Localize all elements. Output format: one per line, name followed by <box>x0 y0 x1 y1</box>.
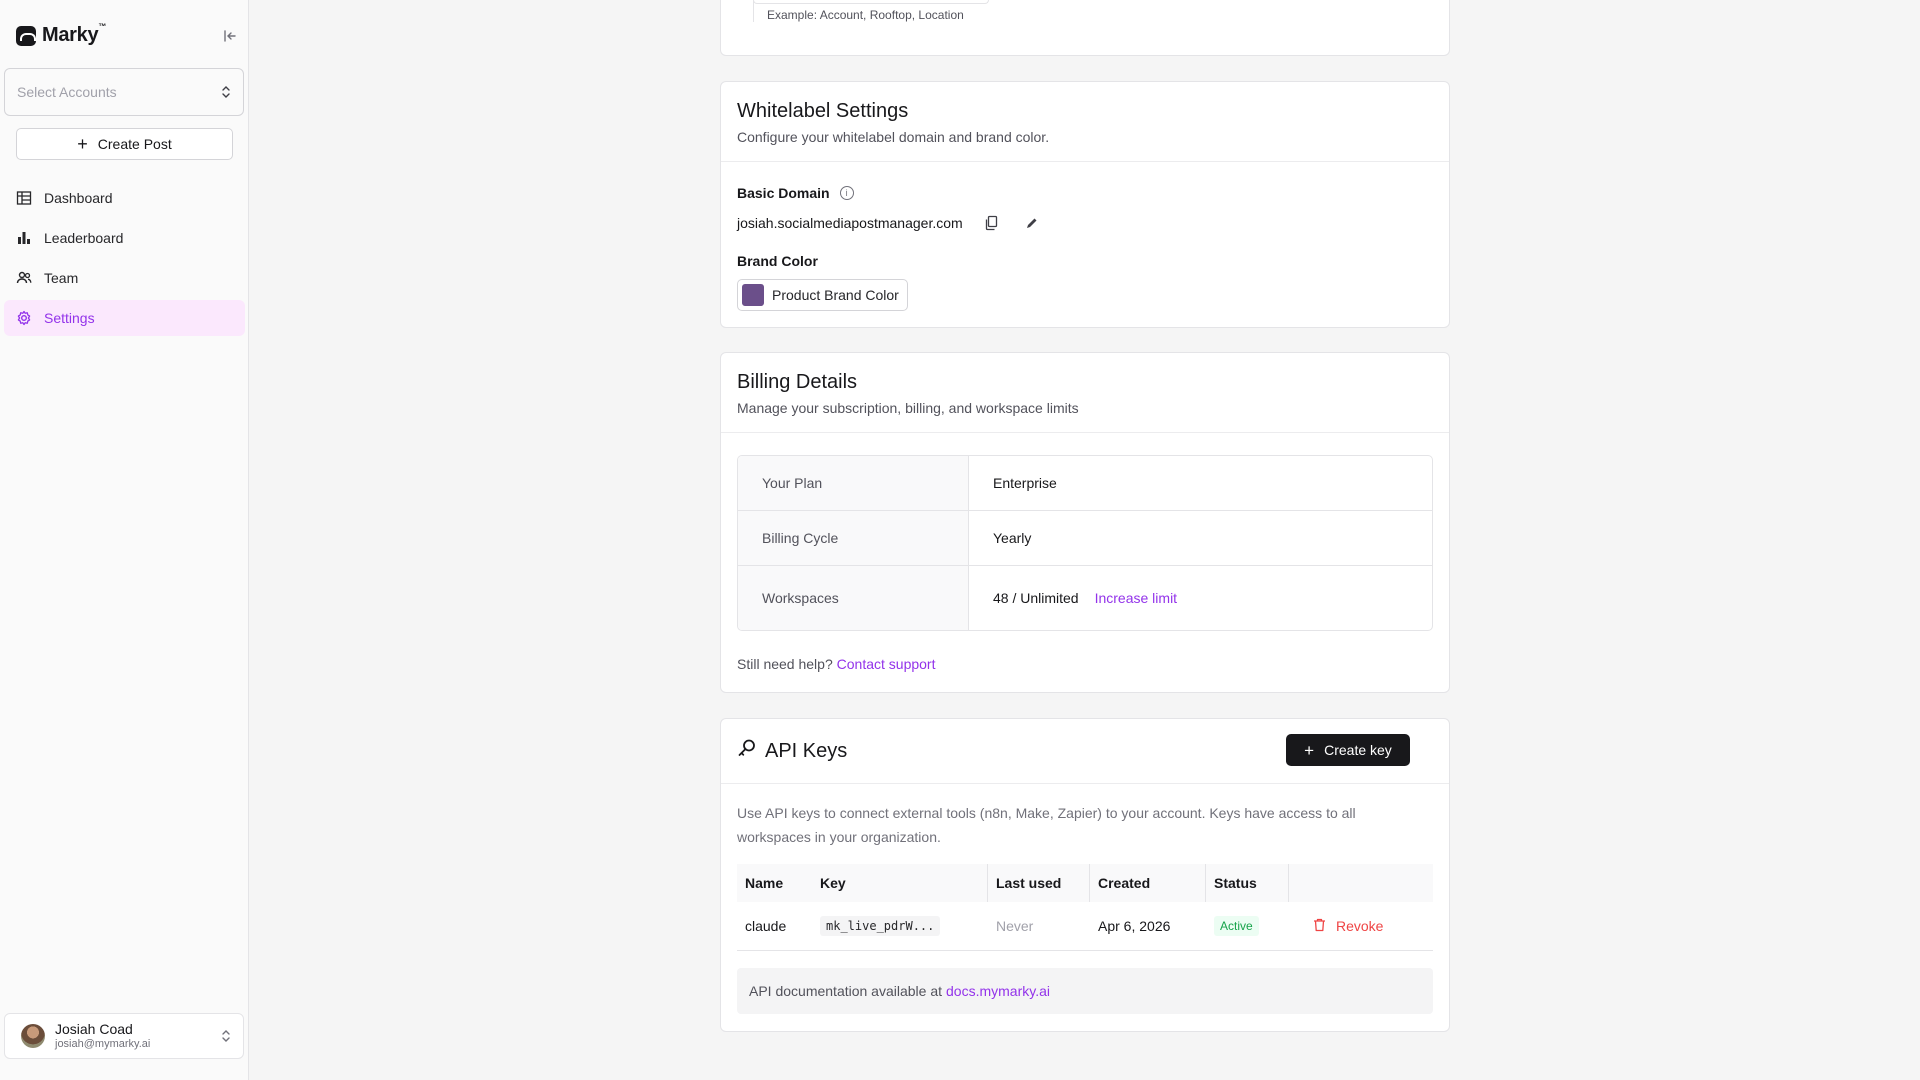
plus-icon: + <box>77 134 88 154</box>
increase-limit-link[interactable]: Increase limit <box>1095 590 1177 606</box>
billing-value-cell: 48 / Unlimited Increase limit <box>969 566 1432 630</box>
api-keys-description: Use API keys to connect external tools (… <box>737 805 1356 845</box>
api-docs-note: API documentation available at docs.myma… <box>737 968 1433 1014</box>
sidebar-item-label: Dashboard <box>44 190 113 206</box>
key-last-used: Never <box>996 918 1034 934</box>
api-docs-link[interactable]: docs.mymarky.ai <box>946 983 1050 999</box>
brand-color-swatch <box>742 284 764 306</box>
key-value: mk_live_pdrW... <box>820 916 941 936</box>
trash-icon <box>1313 918 1326 935</box>
billing-details-card: Billing Details Manage your subscription… <box>720 352 1450 693</box>
sidebar-item-leaderboard[interactable]: Leaderboard <box>4 220 245 256</box>
api-keys-title: API Keys <box>737 738 847 764</box>
billing-title: Billing Details <box>737 371 858 393</box>
api-keys-table: Name Key Last used Created Status claude… <box>737 864 1433 951</box>
sidebar-item-label: Leaderboard <box>44 230 124 246</box>
bar-chart-icon <box>16 230 32 246</box>
table-header: Name Key Last used Created Status <box>737 864 1433 902</box>
brand-color-button-label: Product Brand Color <box>772 287 899 303</box>
help-text: Still need help? <box>737 656 833 672</box>
create-key-button[interactable]: + Create key <box>1286 734 1410 766</box>
billing-row-cycle: Billing Cycle Yearly <box>738 511 1432 566</box>
contact-support-link[interactable]: Contact support <box>837 656 936 672</box>
marky-logo[interactable]: Marky™ <box>16 22 107 47</box>
key-icon <box>737 738 757 764</box>
gear-icon <box>16 310 32 326</box>
brand-color-label: Brand Color <box>737 253 818 269</box>
domain-value: josiah.socialmediapostmanager.com <box>737 215 963 231</box>
column-header-created: Created <box>1090 864 1206 902</box>
create-key-label: Create key <box>1324 742 1392 758</box>
label-example-hint: Example: Account, Rooftop, Location <box>767 8 964 22</box>
account-select-placeholder: Select Accounts <box>17 84 117 100</box>
user-name: Josiah Coad <box>55 1021 133 1037</box>
revoke-button[interactable]: Revoke <box>1313 918 1383 935</box>
billing-key: Workspaces <box>738 566 969 630</box>
billing-value: Yearly <box>993 530 1032 546</box>
billing-value: Enterprise <box>993 475 1057 491</box>
collapse-sidebar-icon[interactable] <box>220 26 240 46</box>
sidebar-nav: Dashboard Leaderboard Team Settings <box>4 180 245 340</box>
marky-logo-icon <box>16 25 36 46</box>
column-header-status: Status <box>1206 864 1289 902</box>
sidebar-item-label: Settings <box>44 310 95 326</box>
whitelabel-title: Whitelabel Settings <box>737 100 909 122</box>
domain-row: josiah.socialmediapostmanager.com <box>737 214 1043 232</box>
whitelabel-settings-card: Whitelabel Settings Configure your white… <box>720 81 1450 328</box>
brand-color-button[interactable]: Product Brand Color <box>737 279 908 311</box>
chevron-up-down-icon <box>221 85 231 99</box>
users-icon <box>16 270 32 286</box>
revoke-label: Revoke <box>1336 918 1384 934</box>
grid-icon <box>16 190 32 206</box>
info-icon[interactable]: i <box>839 186 854 200</box>
key-created: Apr 6, 2026 <box>1098 918 1171 934</box>
edit-pencil-icon[interactable] <box>1021 214 1043 232</box>
sidebar-item-dashboard[interactable]: Dashboard <box>4 180 245 216</box>
sidebar-item-settings[interactable]: Settings <box>4 300 245 336</box>
sidebar-item-team[interactable]: Team <box>4 260 245 296</box>
status-badge: Active <box>1214 916 1259 936</box>
sidebar-item-label: Team <box>44 270 79 286</box>
api-keys-card: API Keys + Create key Use API keys to co… <box>720 718 1450 1032</box>
sidebar: Marky™ Select Accounts + Create Post Das… <box>0 0 249 1080</box>
api-docs-text: API documentation available at <box>749 983 943 999</box>
billing-key: Your Plan <box>738 456 969 510</box>
label-input[interactable] <box>753 0 989 4</box>
billing-table: Your Plan Enterprise Billing Cycle Yearl… <box>737 455 1433 631</box>
brand-name: Marky™ <box>42 22 107 46</box>
billing-value: 48 / Unlimited <box>993 590 1079 606</box>
billing-row-plan: Your Plan Enterprise <box>738 456 1432 511</box>
billing-row-workspaces: Workspaces 48 / Unlimited Increase limit <box>738 566 1432 630</box>
key-name: claude <box>745 918 787 934</box>
plus-icon: + <box>1304 740 1315 760</box>
billing-key: Billing Cycle <box>738 511 969 565</box>
chevron-up-down-icon <box>221 1029 231 1043</box>
account-select[interactable]: Select Accounts <box>4 68 244 116</box>
label-settings-card: Example: Account, Rooftop, Location <box>720 0 1450 56</box>
whitelabel-description: Configure your whitelabel domain and bra… <box>737 129 1050 145</box>
avatar <box>21 1024 45 1048</box>
user-menu[interactable]: Josiah Coad josiah@mymarky.ai <box>4 1013 244 1059</box>
table-row: claude mk_live_pdrW... Never Apr 6, 2026… <box>737 902 1433 951</box>
user-email: josiah@mymarky.ai <box>55 1037 151 1050</box>
column-header-actions <box>1289 864 1433 902</box>
help-text-row: Still need help? Contact support <box>737 656 935 672</box>
column-header-name: Name <box>745 875 784 891</box>
billing-description: Manage your subscription, billing, and w… <box>737 400 1079 416</box>
create-post-label: Create Post <box>97 136 172 152</box>
copy-icon[interactable] <box>981 214 1003 232</box>
column-header-last-used: Last used <box>988 864 1090 902</box>
basic-domain-label: Basic Domain i <box>737 185 854 201</box>
create-post-button[interactable]: + Create Post <box>16 128 233 160</box>
column-header-key: Key <box>812 864 988 902</box>
